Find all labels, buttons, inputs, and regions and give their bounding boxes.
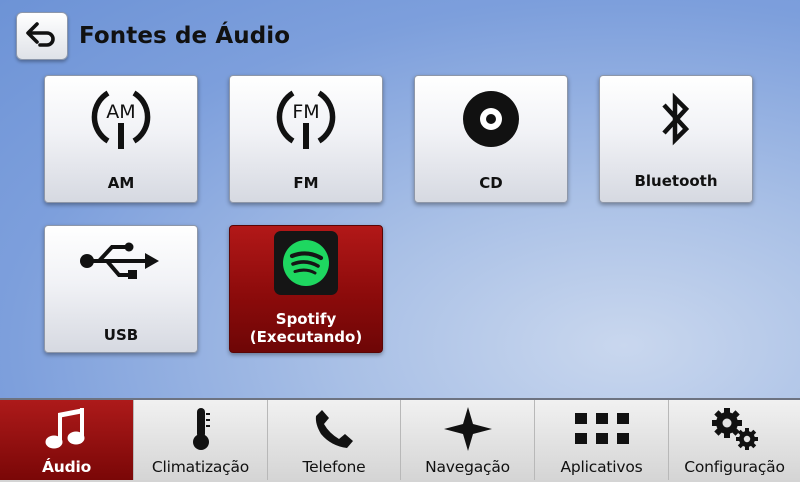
cd-disc-icon — [461, 89, 521, 153]
fm-icon-text: FM — [292, 101, 319, 123]
page-title: Fontes de Áudio — [79, 23, 291, 49]
nav-label-navigation: Navegação — [425, 458, 510, 476]
back-arrow-icon — [25, 21, 59, 51]
nav-label-audio: Áudio — [41, 458, 92, 476]
nav-climate[interactable]: Climatização — [134, 400, 267, 480]
source-tile-fm[interactable]: FM FM — [229, 75, 383, 203]
nav-label-settings: Configuração — [684, 458, 785, 476]
thermometer-icon — [191, 406, 211, 456]
music-note-icon — [44, 407, 90, 455]
spotify-icon — [274, 231, 338, 299]
nav-phone[interactable]: Telefone — [268, 400, 400, 480]
nav-apps[interactable]: Aplicativos — [535, 400, 668, 480]
fm-radio-icon: FM — [273, 85, 339, 157]
nav-audio[interactable]: Áudio — [0, 400, 133, 480]
source-label-spotify: Spotify (Executando) — [230, 310, 382, 346]
am-radio-icon: AM — [88, 85, 154, 157]
source-label-bluetooth: Bluetooth — [634, 172, 718, 190]
source-tile-spotify[interactable]: Spotify (Executando) — [229, 225, 383, 353]
header: Fontes de Áudio — [16, 11, 290, 61]
spotify-status: (Executando) — [249, 328, 363, 346]
phone-icon — [313, 408, 355, 454]
nav-label-climate: Climatização — [151, 458, 250, 476]
nav-label-apps: Aplicativos — [560, 458, 643, 476]
source-label-cd: CD — [479, 174, 503, 192]
nav-settings[interactable]: Configuração — [669, 400, 800, 480]
nav-navigation[interactable]: Navegação — [401, 400, 534, 480]
source-tile-bluetooth[interactable]: Bluetooth — [599, 75, 753, 203]
source-label-am: AM — [107, 174, 135, 192]
spotify-title: Spotify — [275, 310, 337, 328]
gears-icon — [709, 406, 761, 456]
back-button[interactable] — [16, 12, 68, 60]
source-label-usb: USB — [103, 326, 139, 344]
source-tile-cd[interactable]: CD — [414, 75, 568, 203]
am-icon-text: AM — [106, 101, 135, 123]
navigation-star-icon — [443, 406, 493, 456]
source-tile-usb[interactable]: USB — [44, 225, 198, 353]
bottom-nav: Áudio Climatização Telefone Navegação Ap… — [0, 398, 800, 482]
apps-grid-icon — [574, 413, 629, 449]
source-tile-am[interactable]: AM AM — [44, 75, 198, 203]
usb-icon — [79, 239, 163, 287]
nav-label-phone: Telefone — [302, 458, 366, 476]
source-label-fm: FM — [293, 174, 319, 192]
bluetooth-icon — [656, 88, 696, 154]
